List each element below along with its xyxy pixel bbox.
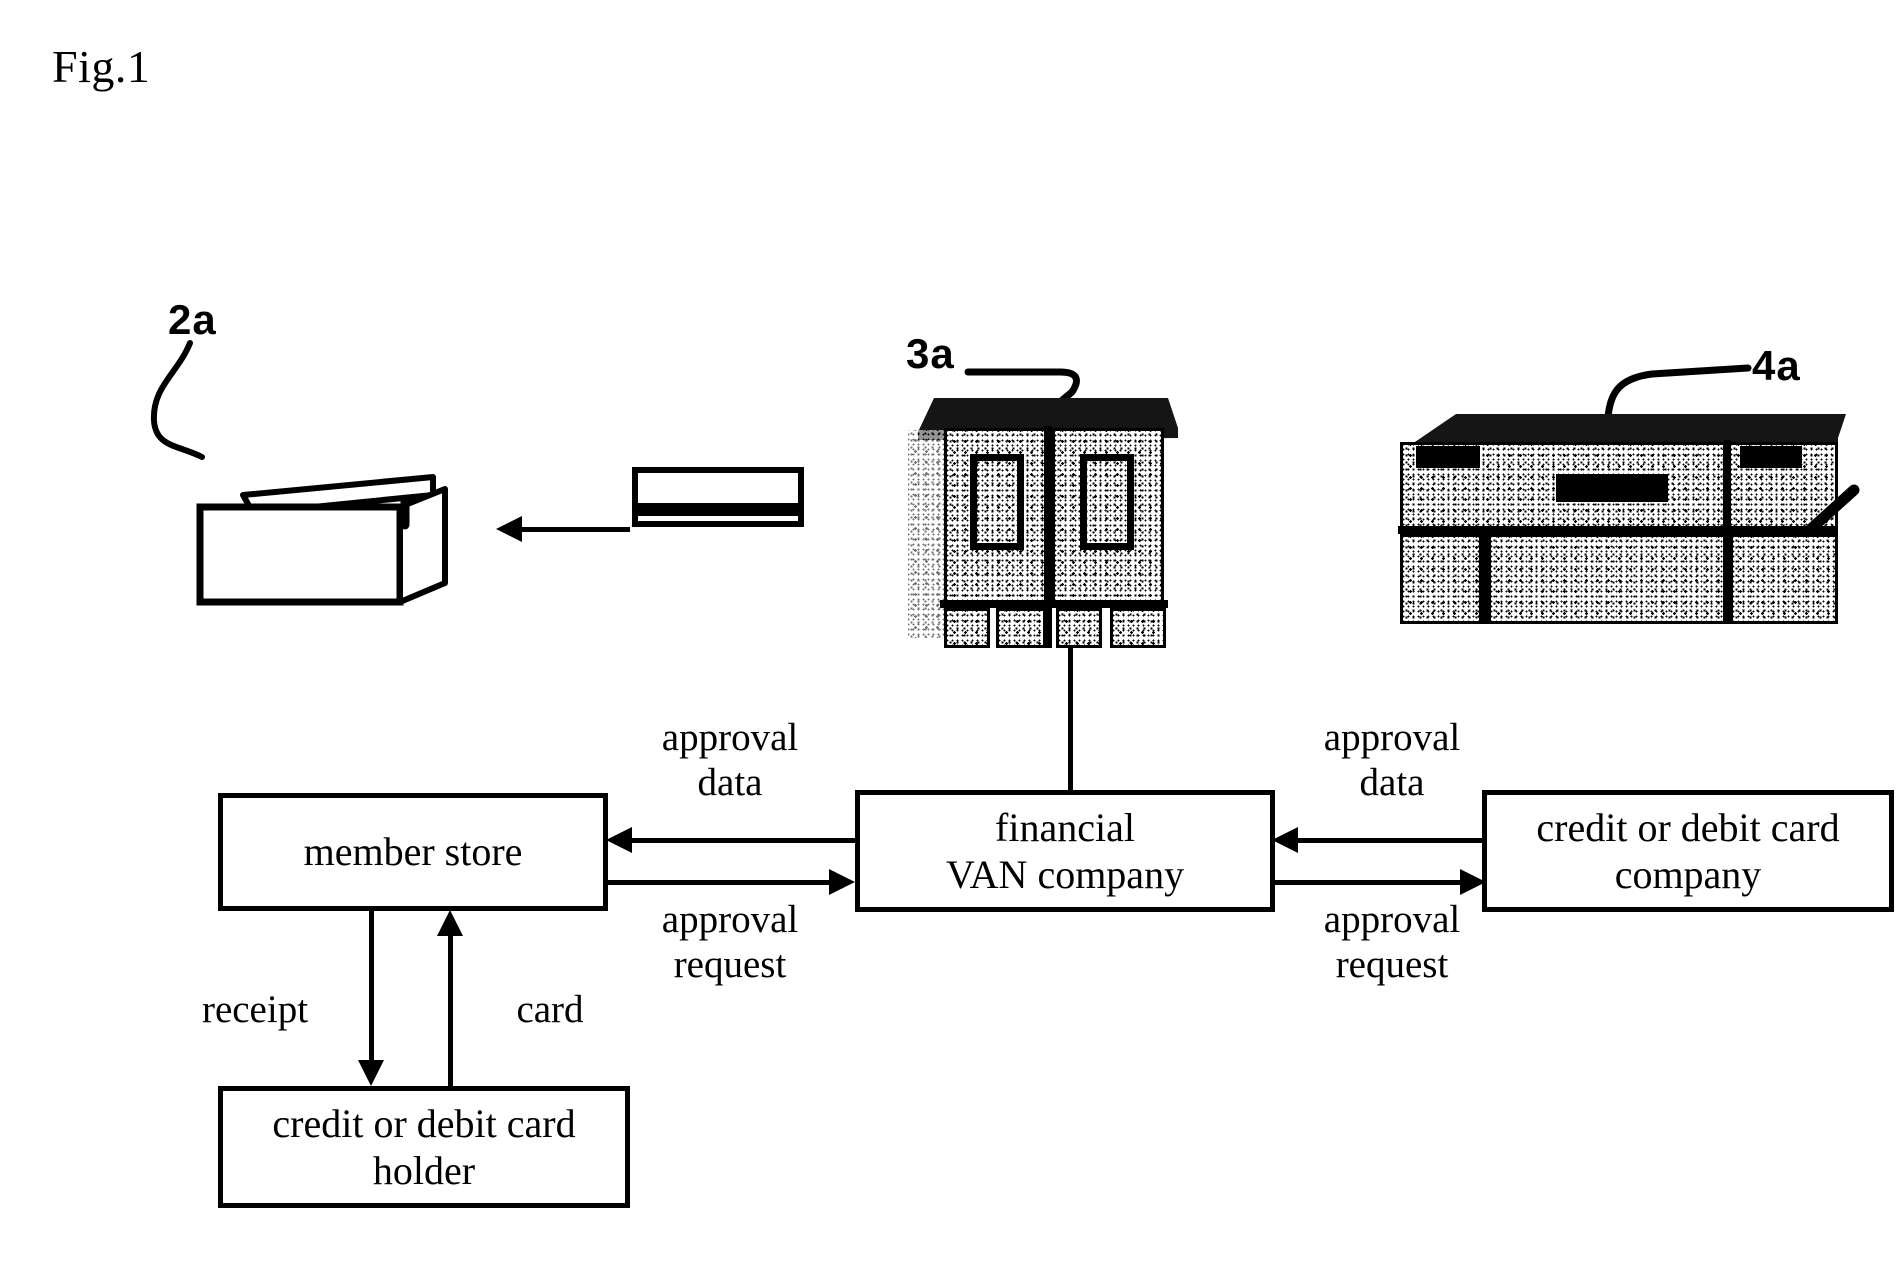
leader-line-2a bbox=[150, 340, 205, 460]
figure-label: Fig.1 bbox=[52, 41, 151, 92]
server-base-1 bbox=[944, 608, 990, 648]
credit-debit-card-illustration bbox=[632, 467, 804, 527]
figure-page: Fig.1 2a 3a 4a member store financial VA… bbox=[0, 0, 1897, 1262]
server-base-3 bbox=[1056, 608, 1102, 648]
edge-card-arrowhead bbox=[437, 910, 463, 936]
box-member-store-label: member store bbox=[303, 829, 523, 875]
box-card-company-label: credit or debit card company bbox=[1536, 804, 1840, 897]
edge-label-card: card bbox=[516, 988, 584, 1031]
credit-card-company-mainframe bbox=[1398, 404, 1860, 628]
reference-numeral-3a: 3a bbox=[906, 330, 955, 377]
box-member-store[interactable]: member store bbox=[218, 793, 608, 911]
server-seam-vertical bbox=[1044, 426, 1052, 648]
edge-label-approval-request-left: approval request bbox=[661, 898, 799, 986]
mainframe-side-stroke bbox=[1806, 484, 1860, 534]
server-base-4 bbox=[1110, 608, 1166, 648]
box-financial-van-company[interactable]: financial VAN company bbox=[855, 790, 1275, 912]
box-card-holder-label: credit or debit card holder bbox=[272, 1100, 576, 1193]
server-panel-left bbox=[970, 454, 1024, 550]
edge-label-approval-data-left: approval data bbox=[661, 716, 799, 804]
card-magnetic-stripe bbox=[632, 503, 804, 516]
mainframe-lower-3 bbox=[1730, 534, 1838, 624]
edge-approval-request-left-line bbox=[608, 880, 833, 885]
edge-approval-request-right-arrowhead bbox=[1460, 869, 1486, 895]
edge-approval-request-right-line bbox=[1274, 880, 1464, 885]
mainframe-panel-top-left bbox=[1416, 446, 1480, 468]
edge-label-approval-data-right: approval data bbox=[1323, 716, 1461, 804]
edge-approval-data-left-arrowhead bbox=[606, 827, 632, 853]
edge-approval-data-left-line bbox=[630, 838, 855, 843]
edge-approval-data-right-arrowhead bbox=[1272, 827, 1298, 853]
edge-approval-request-left-arrowhead bbox=[829, 869, 855, 895]
mainframe-seam-v2 bbox=[1724, 440, 1731, 624]
box-card-holder[interactable]: credit or debit card holder bbox=[218, 1086, 630, 1208]
edge-receipt-arrowhead bbox=[358, 1060, 384, 1086]
edge-label-receipt: receipt bbox=[201, 988, 309, 1031]
card-reader-terminal bbox=[195, 455, 455, 615]
server-base-2 bbox=[996, 608, 1046, 648]
mainframe-lower-1 bbox=[1400, 534, 1482, 624]
card-body bbox=[632, 467, 804, 527]
financial-van-server-cabinets bbox=[900, 392, 1178, 648]
box-financial-van-company-label: financial VAN company bbox=[945, 804, 1185, 897]
van-server-to-box-connector bbox=[1068, 645, 1073, 791]
card-insert-arrow-line bbox=[520, 527, 630, 532]
mainframe-panel-top-right bbox=[1740, 446, 1802, 468]
edge-approval-data-right-line bbox=[1296, 838, 1484, 843]
edge-card-line bbox=[448, 936, 453, 1086]
server-panel-right bbox=[1080, 454, 1134, 550]
mainframe-lower-2 bbox=[1488, 534, 1726, 624]
mainframe-seam-v1 bbox=[1482, 532, 1489, 624]
box-card-company[interactable]: credit or debit card company bbox=[1482, 790, 1894, 912]
card-insert-arrow-head bbox=[496, 516, 522, 542]
mainframe-seam-horizontal bbox=[1398, 526, 1838, 534]
edge-receipt-line bbox=[369, 909, 374, 1063]
edge-label-approval-request-right: approval request bbox=[1323, 898, 1461, 986]
mainframe-panel-center bbox=[1556, 474, 1668, 502]
server-seam-horizontal bbox=[940, 600, 1168, 608]
